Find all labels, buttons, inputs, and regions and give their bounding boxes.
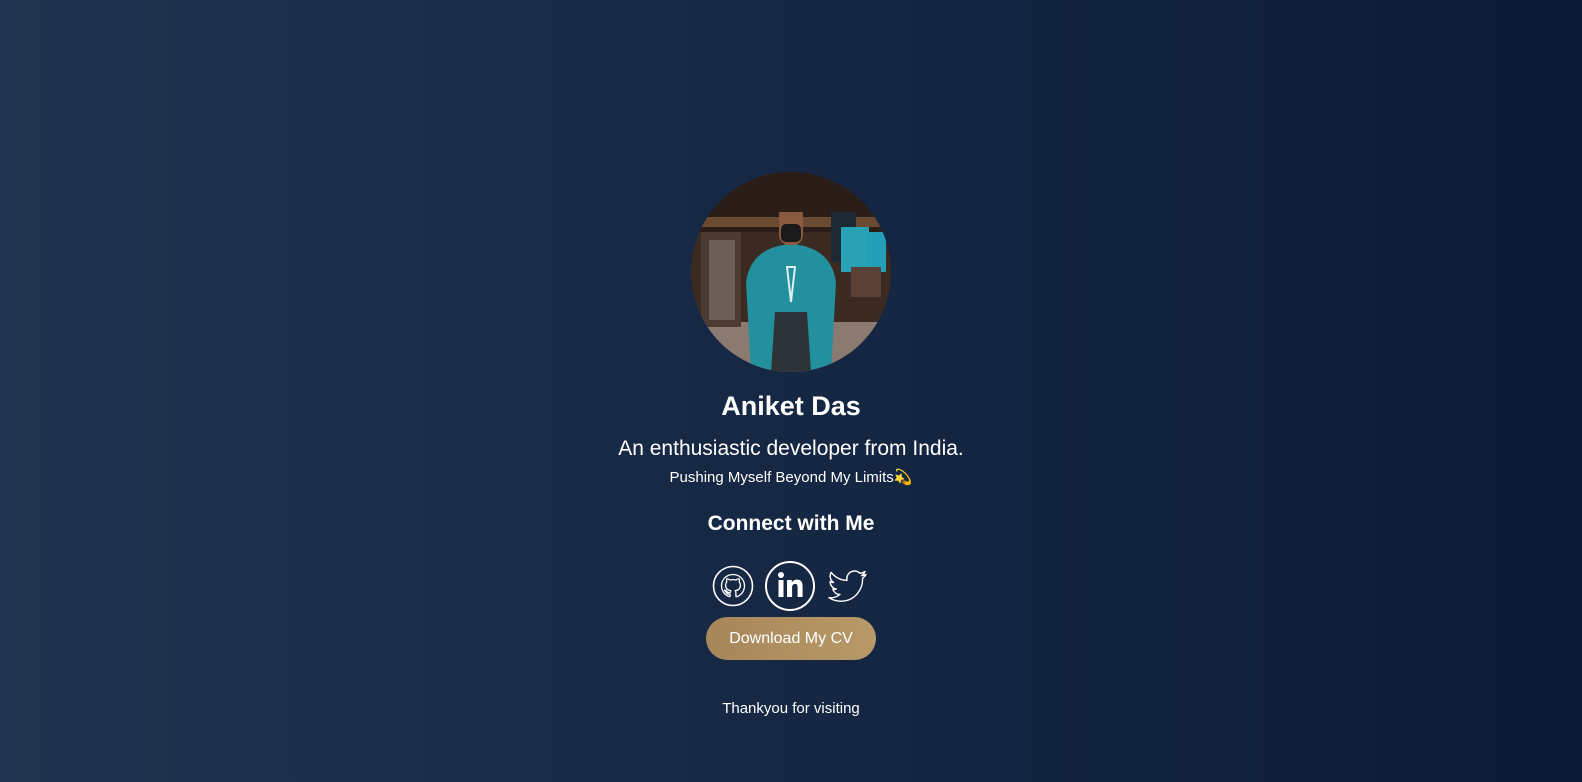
connect-heading: Connect with Me bbox=[707, 512, 875, 535]
avatar bbox=[691, 172, 891, 372]
github-link[interactable] bbox=[712, 565, 754, 607]
profile-motto: Pushing Myself Beyond My Limits💫 bbox=[669, 469, 913, 486]
profile-tagline: An enthusiastic developer from India. bbox=[618, 437, 964, 460]
twitter-link[interactable] bbox=[826, 564, 870, 608]
profile-name: Aniket Das bbox=[721, 391, 861, 421]
profile-photo bbox=[691, 172, 891, 372]
download-cv-button[interactable]: Download My CV bbox=[706, 617, 876, 660]
github-icon bbox=[712, 565, 754, 607]
linkedin-icon bbox=[765, 561, 815, 611]
profile-section: Aniket Das An enthusiastic developer fro… bbox=[0, 0, 1582, 782]
linkedin-link[interactable] bbox=[764, 560, 816, 612]
social-links bbox=[0, 560, 1582, 612]
footer-text: Thankyou for visiting bbox=[722, 700, 860, 717]
twitter-icon bbox=[828, 570, 867, 602]
